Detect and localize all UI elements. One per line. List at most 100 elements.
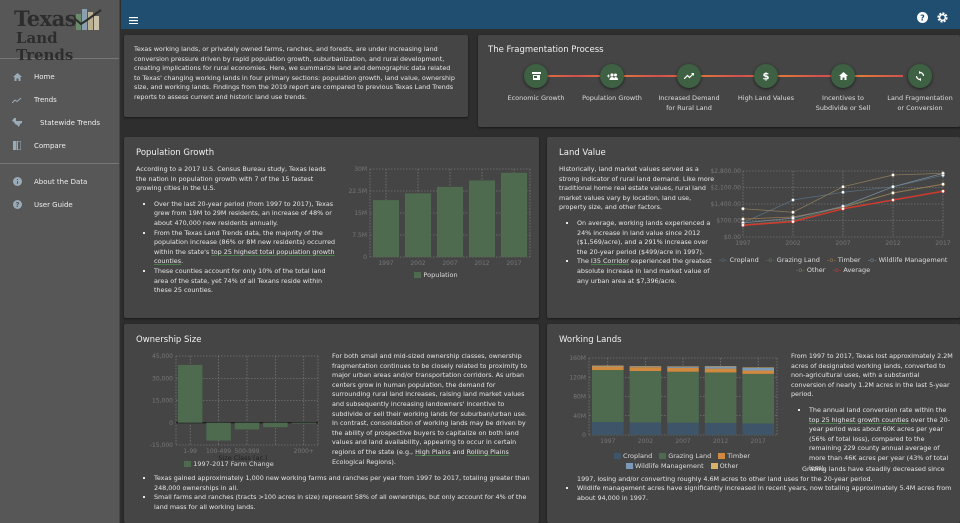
x-tick-label: 2002 [410,260,425,267]
legend-label: Population [423,271,458,279]
working-bullet: Grazing lands have steadily decreased si… [577,465,954,484]
sidebar-item-about-the-data[interactable]: About the Data [0,170,119,193]
x-tick-label: 2007 [675,438,690,445]
working-lands-card: Working Lands 0 40M 80M 120M 160M 1997 2002 200… [547,324,960,523]
legend-item-grazing-land[interactable]: -o- Grazing Land [766,256,820,264]
ownership-paragraph: For both small and mid-sized ownership c… [332,352,532,467]
y-tick-label: 80M [573,394,586,401]
legend-label: Timber [837,256,861,264]
land-value-chart: $0.00$700.00$1,400.00$2,100.00$2,800.001… [710,168,950,247]
legend-swatch [414,272,422,278]
store-icon [524,64,548,88]
working-bullet: The annual land conversion rate within t… [809,406,953,473]
step-label: Population Growth [582,94,642,102]
data-point [841,206,845,211]
legend-item-cropland[interactable]: Cropland [613,452,653,460]
data-point [941,182,945,187]
population-title: Population Growth [136,148,215,158]
bar-segment-timber [704,368,737,373]
bar-segment-grazing-land [704,372,737,423]
data-point [941,171,945,176]
bar-1-99 [178,364,203,423]
step-label-2: for Rural Land [666,103,712,112]
y-tick-label: 45,000 [152,353,173,360]
working-intro: From 1997 to 2017, Texas lost approximat… [791,352,953,399]
sidebar-item-compare[interactable]: Compare [0,134,119,157]
bullet-text: . [181,257,184,266]
bar-2017 [501,172,527,257]
top-25-growth-counties-link[interactable]: top 25 highest growth counties [809,416,909,424]
legend-label: Cropland [729,256,759,264]
fragmentation-title: The Fragmentation Process [488,45,604,55]
y-tick-label: 7.5M [352,232,367,239]
y-tick-label: 30M [354,166,367,173]
legend-item-timber[interactable]: Timber [718,452,750,460]
x-tick-label: 1997 [600,438,615,445]
sidebar-item-statewide-trends[interactable]: Statewide Trends [0,111,119,134]
step-incentives: Incentives to Subdivide or Sell [805,62,881,113]
legend-marker: -o- [832,266,842,274]
legend-item-cropland[interactable]: -o- Cropland [719,256,759,264]
sidebar-item-home[interactable]: Home [0,65,119,88]
legend-item-grazing-land[interactable]: Grazing Land [659,452,711,460]
legend-item-farm-change[interactable]: 1997-2017 Farm Change [184,460,274,468]
help-icon[interactable]: ? [917,8,928,27]
app-logo[interactable]: Texas Land Trends [0,0,119,64]
sidebar-item-trends[interactable]: Trends [0,88,119,111]
legend-item-wildlife-management[interactable]: -o- Wildlife Management [868,256,948,264]
gear-icon[interactable] [937,8,948,27]
bar-segment-grazing-land [742,373,774,424]
data-point [891,184,895,189]
menu-icon[interactable] [129,9,138,28]
legend-label: 1997-2017 Farm Change [193,460,274,468]
bullet-text: The annual land conversion rate within t… [809,405,947,414]
y-tick-label: 0 [582,432,586,439]
working-bullet: Wildlife management acres have significa… [577,484,954,503]
y-tick-label: 160M [569,355,586,362]
fragmentation-steps: Economic Growth Population Growth Increa… [488,62,953,122]
population-chart: 0 7.5M 15M 22.5M 30M 1997 2002 2007 2012 2017 [348,166,531,267]
data-point [791,219,795,224]
ownership-title: Ownership Size [136,335,202,345]
high-plains-link[interactable]: High Plains [415,448,450,456]
legend-item-other[interactable]: -o- Other [796,266,825,274]
bar-segment-cropland [629,422,662,435]
x-tick-label: 2007 [835,240,850,247]
logo-line1: Texas [14,6,77,31]
sidebar-item-label: Trends [34,95,57,104]
svg-text:$: $ [763,72,770,82]
legend-swatch [613,453,621,459]
data-point [891,173,895,177]
step-label: Incentives to [822,94,864,102]
help-icon: ? [0,200,34,209]
paragraph-text: Ecological Regions). [332,457,396,466]
sidebar: Texas Land Trends Home Trends Statewide … [0,0,120,523]
rolling-plains-link[interactable]: Rolling Plains [467,448,509,456]
y-tick-label: 120M [569,374,586,381]
working-bullets-cont: Grazing lands have steadily decreased si… [559,465,954,503]
x-tick-label: 2012 [474,260,489,267]
legend-item-population[interactable]: Population [414,271,458,279]
y-tick-label: 0 [169,420,173,427]
legend-label: Cropland [622,452,653,460]
i35-corridor-link[interactable]: I35 Corridor [591,257,629,265]
sidebar-item-user-guide[interactable]: ? User Guide [0,193,119,216]
legend-marker: -o- [795,266,805,274]
data-point [841,190,845,195]
population-bullet: These counties account for only 10% of t… [154,267,336,296]
bar-2000+ [291,422,316,424]
legend-item-average[interactable]: -o- Average [832,266,870,274]
step-label: Land Fragmentation [887,94,953,102]
top-app-bar: ? [121,0,960,29]
legend-item-timber[interactable]: -o- Timber [827,256,861,264]
legend-label: Average [843,266,871,274]
bullet-text: Grazing lands have steadily decreased si… [577,465,945,483]
y-tick-label: 0 [363,254,367,261]
landvalue-bullet: On average, working lands experienced a … [577,219,719,257]
landvalue-text: Historically, land market values served … [559,165,719,286]
population-text: According to a 2017 U.S. Census Bureau s… [136,165,336,296]
ownership-chart: -15,000015,00030,00045,0001-99 100-499 500… [150,353,319,462]
fragmentation-card: The Fragmentation Process Economic Growt… [478,35,960,127]
legend-marker: -o- [867,256,877,264]
dollar-icon: $ [754,64,778,88]
